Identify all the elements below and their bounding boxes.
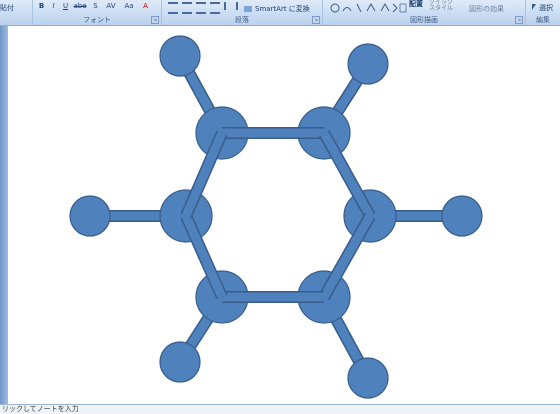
editing-group-label: 編集: [536, 16, 550, 24]
smartart-icon: [244, 6, 252, 12]
slide-canvas[interactable]: [8, 26, 560, 404]
outer-atom[interactable]: [159, 341, 201, 383]
bold-button[interactable]: B: [37, 2, 46, 11]
drawing-group-label: 図形描画: [410, 16, 438, 24]
ribbon: 貼付 B I U abe S AV Aa A フォント ↘ SmartArt に…: [0, 0, 560, 26]
paragraph-group: SmartArt に変換 段落 ↘: [162, 0, 323, 25]
align-right-icon[interactable]: [196, 2, 206, 14]
clipboard-group: 貼付: [0, 0, 33, 25]
font-color-button[interactable]: A: [141, 2, 150, 11]
align-center-icon[interactable]: [182, 2, 192, 14]
shapes-gallery-icon[interactable]: [327, 0, 407, 16]
quick-style-button[interactable]: クイック スタイル: [429, 0, 453, 12]
drawing-dialog-launcher[interactable]: ↘: [515, 16, 523, 24]
strikethrough-button[interactable]: abe: [73, 2, 87, 11]
font-group-label: フォント: [83, 16, 111, 24]
paste-label[interactable]: 貼付: [0, 4, 14, 13]
outer-atom[interactable]: [347, 357, 389, 399]
shape-effects-button[interactable]: 図形の効果: [469, 5, 504, 14]
arrange-button[interactable]: 配置: [409, 0, 423, 9]
paragraph-group-label: 段落: [235, 16, 249, 24]
change-case-button[interactable]: Aa: [123, 2, 135, 11]
left-panel-edge: [0, 26, 8, 404]
justify-icon[interactable]: [210, 2, 220, 14]
align-left-icon[interactable]: [168, 2, 178, 14]
columns-icon[interactable]: [224, 2, 238, 10]
char-spacing-button[interactable]: AV: [105, 2, 117, 11]
select-button[interactable]: 選択: [539, 4, 553, 13]
paragraph-dialog-launcher[interactable]: ↘: [312, 16, 320, 24]
outer-atom[interactable]: [441, 195, 483, 237]
outer-atom[interactable]: [159, 35, 201, 77]
select-cursor-icon: [532, 4, 536, 10]
italic-button[interactable]: I: [49, 2, 58, 11]
underline-button[interactable]: U: [61, 2, 70, 11]
shadow-button[interactable]: S: [91, 2, 100, 11]
font-dialog-launcher[interactable]: ↘: [151, 16, 159, 24]
font-group: B I U abe S AV Aa A フォント ↘: [33, 0, 162, 25]
editing-group: 選択 編集: [526, 0, 560, 25]
drawing-group: 配置 クイック スタイル 図形の効果 図形描画 ↘: [323, 0, 526, 25]
notes-placeholder: リックしてノートを入力: [2, 405, 79, 413]
outer-atom[interactable]: [69, 195, 111, 237]
smartart-convert-button[interactable]: SmartArt に変換: [255, 5, 310, 14]
molecule-diagram: [69, 35, 483, 399]
outer-atom[interactable]: [347, 43, 389, 85]
